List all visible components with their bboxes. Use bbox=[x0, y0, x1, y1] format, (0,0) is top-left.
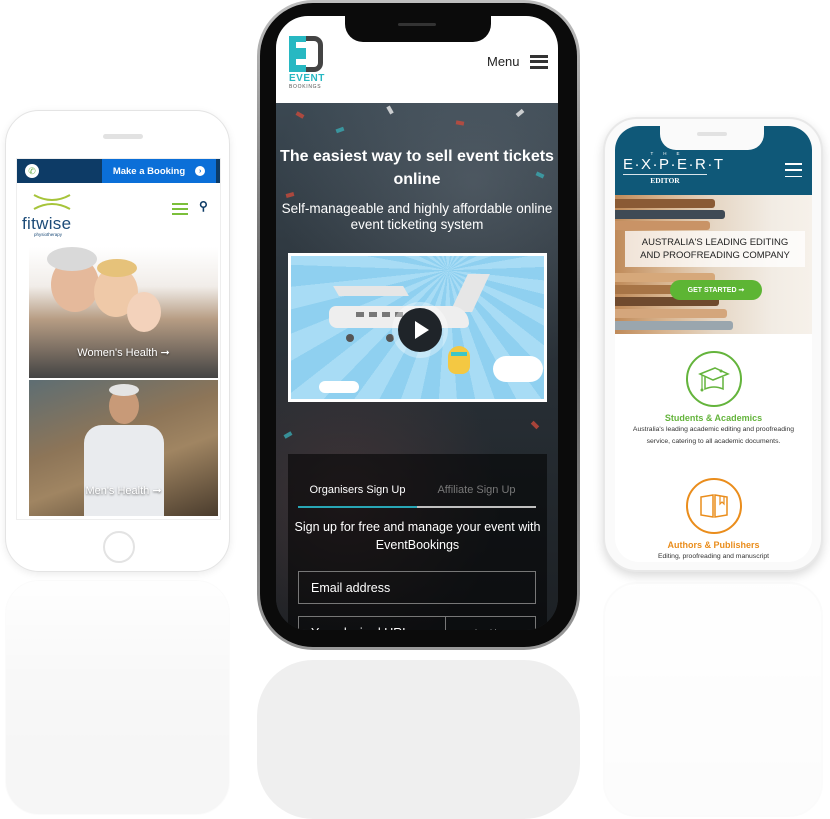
make-booking-button[interactable]: Make a Booking › bbox=[102, 159, 216, 183]
confetti bbox=[455, 120, 465, 126]
logo-word-event: EVENT bbox=[289, 73, 325, 84]
book bbox=[615, 321, 733, 330]
service-authors-publishers[interactable]: Authors & Publishers Editing, proofreadi… bbox=[615, 478, 812, 562]
eb-logo-mark-icon bbox=[289, 36, 323, 72]
graduation-cap-icon bbox=[685, 351, 742, 407]
menu-button[interactable]: Menu bbox=[487, 54, 548, 69]
tab-affiliate-signup[interactable]: Affiliate Sign Up bbox=[417, 482, 536, 506]
plane-window bbox=[369, 312, 377, 317]
fitwise-topbar: ✆ Make a Booking › bbox=[17, 159, 220, 183]
arrow-circle-icon: › bbox=[195, 166, 206, 176]
signup-description: Sign up for free and manage your event w… bbox=[294, 520, 541, 552]
promo-video[interactable] bbox=[288, 253, 547, 402]
plane-wheel bbox=[346, 334, 354, 342]
banner-line-1: AUSTRALIA'S LEADING EDITING bbox=[641, 237, 789, 248]
confetti bbox=[386, 105, 394, 115]
hero-subtitle: Self-manageable and highly affordable on… bbox=[281, 201, 553, 232]
hamburger-icon bbox=[529, 54, 548, 69]
open-book-icon bbox=[685, 478, 742, 534]
hero-banner: AUSTRALIA'S LEADING EDITING AND PROOFREA… bbox=[625, 231, 805, 267]
photo-body bbox=[84, 425, 164, 516]
book bbox=[615, 309, 727, 318]
mens-health-label: Men's Health ➞ bbox=[85, 485, 162, 497]
service-description: Australia's leading academic editing and… bbox=[632, 426, 795, 445]
eventbookings-screen: EVENT BOOKINGS Menu The easiest way to s… bbox=[276, 16, 558, 630]
phone-speaker bbox=[103, 134, 143, 139]
fitwise-brand: fitwise bbox=[22, 214, 72, 233]
womens-health-card[interactable]: Women's Health ➞ bbox=[29, 247, 218, 378]
fitwise-phone-mockup: ✆ Make a Booking › fitwise physiotherapy… bbox=[5, 110, 230, 572]
search-icon[interactable]: ⚲ bbox=[199, 199, 208, 213]
service-students-academics[interactable]: Students & Academics Australia's leading… bbox=[615, 351, 812, 448]
plane-window bbox=[356, 312, 364, 317]
url-suffix: .eventbookings.com bbox=[446, 628, 535, 631]
tab-organisers-signup[interactable]: Organisers Sign Up bbox=[298, 482, 417, 508]
phone-notch bbox=[660, 126, 764, 150]
email-field[interactable]: Email address bbox=[298, 571, 536, 604]
confetti bbox=[335, 126, 345, 134]
get-started-button[interactable]: GET STARTED ➞ bbox=[670, 280, 762, 300]
hero-title: The easiest way to sell event tickets on… bbox=[280, 148, 554, 188]
phone-notch bbox=[345, 16, 491, 42]
eventbookings-phone-mockup: EVENT BOOKINGS Menu The easiest way to s… bbox=[257, 0, 580, 650]
phone-icon: ✆ bbox=[25, 164, 39, 178]
book bbox=[615, 221, 710, 230]
hero-section: AUSTRALIA'S LEADING EDITING AND PROOFREA… bbox=[615, 195, 812, 334]
desired-url-field[interactable]: Your desired URL .eventbookings.com bbox=[298, 616, 536, 630]
service-title: Students & Academics bbox=[664, 413, 763, 423]
photo-hair bbox=[47, 247, 97, 271]
fitwise-logo[interactable]: fitwise physiotherapy bbox=[22, 193, 82, 237]
confetti bbox=[295, 111, 305, 119]
right-phone-reflection bbox=[603, 582, 823, 817]
call-button[interactable]: ✆ bbox=[17, 159, 102, 183]
mens-health-card[interactable]: Men's Health ➞ bbox=[29, 380, 218, 516]
photo-face bbox=[127, 292, 161, 332]
logo-editor: EDITOR bbox=[650, 176, 680, 185]
center-phone-reflection bbox=[257, 660, 580, 819]
confetti bbox=[285, 192, 295, 198]
photo-hair bbox=[97, 259, 137, 277]
confetti bbox=[515, 108, 525, 118]
url-placeholder: Your desired URL bbox=[299, 617, 446, 630]
left-phone-reflection bbox=[5, 580, 230, 815]
email-placeholder: Email address bbox=[311, 580, 391, 595]
photo-hair bbox=[109, 384, 139, 396]
logo-word-bookings: BOOKINGS bbox=[289, 84, 322, 90]
hero-section: The easiest way to sell event tickets on… bbox=[276, 103, 558, 630]
signup-panel: Organisers Sign Up Affiliate Sign Up Sig… bbox=[288, 454, 547, 630]
play-icon[interactable] bbox=[398, 308, 442, 352]
cloud bbox=[319, 381, 359, 393]
cloud bbox=[493, 356, 543, 382]
book bbox=[615, 210, 725, 219]
plane-wing bbox=[333, 286, 409, 296]
signup-tabs: Organisers Sign Up Affiliate Sign Up bbox=[298, 482, 536, 508]
book bbox=[615, 199, 715, 208]
expert-editor-screen: THE E·X·P·E·R·T EDITOR AUSTRALIA'S LEADI… bbox=[615, 126, 812, 562]
fitwise-swoosh-icon bbox=[33, 194, 71, 210]
fitwise-subtitle: physiotherapy bbox=[34, 232, 63, 237]
make-booking-label: Make a Booking bbox=[112, 165, 186, 177]
plane-wheel bbox=[386, 334, 394, 342]
plane-window bbox=[382, 312, 390, 317]
fitwise-screen: ✆ Make a Booking › fitwise physiotherapy… bbox=[16, 158, 221, 520]
logo-expert: E·X·P·E·R·T bbox=[623, 156, 725, 175]
home-button[interactable] bbox=[103, 531, 135, 563]
skydiver-illustration bbox=[448, 346, 470, 374]
hamburger-icon[interactable] bbox=[785, 163, 802, 177]
banner-line-2: AND PROOFREADING COMPANY bbox=[640, 250, 790, 261]
eventbookings-logo[interactable]: EVENT BOOKINGS bbox=[289, 36, 327, 90]
service-title: Authors & Publishers bbox=[667, 540, 760, 550]
expert-editor-header: THE E·X·P·E·R·T EDITOR bbox=[615, 126, 812, 195]
womens-health-label: Women's Health ➞ bbox=[77, 347, 170, 359]
menu-label: Menu bbox=[487, 54, 520, 69]
service-description: Editing, proofreading and manuscript bbox=[657, 553, 770, 560]
expert-editor-phone-mockup: THE E·X·P·E·R·T EDITOR AUSTRALIA'S LEADI… bbox=[603, 117, 823, 572]
fitwise-header: fitwise physiotherapy ⚲ bbox=[17, 183, 220, 245]
hamburger-icon[interactable] bbox=[172, 203, 188, 215]
confetti bbox=[530, 420, 540, 430]
confetti bbox=[283, 431, 293, 439]
expert-editor-logo[interactable]: THE E·X·P·E·R·T EDITOR bbox=[623, 151, 725, 186]
